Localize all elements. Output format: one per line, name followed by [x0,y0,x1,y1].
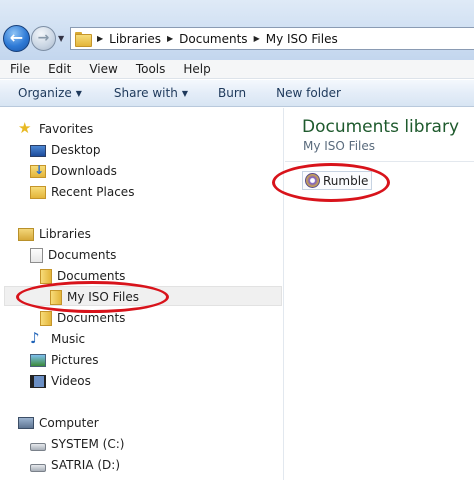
star-icon: ★ [18,119,32,137]
libraries-icon [18,227,34,241]
nav-label: Music [51,332,86,346]
breadcrumb-my-iso-files[interactable]: My ISO Files [266,32,338,46]
nav-label: Downloads [51,164,117,178]
nav-documents[interactable]: Documents [30,245,116,265]
breadcrumb-libraries[interactable]: Libraries [109,32,161,46]
address-bar[interactable]: ▶ Libraries ▶ Documents ▶ My ISO Files [70,27,474,50]
menu-edit[interactable]: Edit [38,62,79,76]
nav-recent-places[interactable]: Recent Places [30,182,134,202]
menu-view[interactable]: View [79,62,125,76]
recent-pages-dropdown[interactable]: ▼ [58,34,67,43]
nav-label: Documents [48,248,117,262]
annotation-ellipse [272,163,390,202]
drive-icon [30,442,46,451]
drive-icon [30,463,46,472]
nav-satria-drive[interactable]: SATRIA (D:) [30,455,120,475]
nav-label: SYSTEM (C:) [51,437,125,451]
share-with-label: Share with [113,86,178,100]
documents-icon [30,247,43,263]
nav-libraries[interactable]: Libraries [18,224,91,244]
chevron-right-icon[interactable]: ▶ [97,34,103,43]
nav-desktop[interactable]: Desktop [30,140,101,160]
nav-videos[interactable]: Videos [30,371,91,391]
nav-computer[interactable]: Computer [18,413,99,433]
nav-pictures[interactable]: Pictures [30,350,99,370]
back-button[interactable]: ← [3,25,30,52]
menu-file[interactable]: File [0,62,38,76]
computer-icon [18,417,34,429]
recent-places-icon [30,185,46,199]
folder-icon [75,32,92,47]
pictures-icon [30,353,46,367]
nav-label: Favorites [39,122,94,136]
share-with-button[interactable]: Share with ▼ [82,86,188,100]
menu-help[interactable]: Help [173,62,218,76]
forward-button[interactable]: → [31,26,56,51]
divider [285,161,474,162]
desktop-icon [30,144,46,157]
burn-button[interactable]: Burn [188,86,246,100]
nav-label: SATRIA (D:) [51,458,120,472]
nav-favorites[interactable]: ★ Favorites [18,119,93,139]
nav-label: Libraries [39,227,91,241]
breadcrumb-documents[interactable]: Documents [179,32,247,46]
command-bar: Organize ▼ Share with ▼ Burn New folder [0,80,474,107]
folder-icon [40,268,52,284]
address-bar-region: ← → ▼ ▶ Libraries ▶ Documents ▶ My ISO F… [0,0,474,60]
organize-button[interactable]: Organize ▼ [0,86,82,100]
nav-system-drive[interactable]: SYSTEM (C:) [30,434,124,454]
library-title: Documents library [302,117,460,137]
nav-label: Pictures [51,353,99,367]
new-folder-button[interactable]: New folder [246,86,341,100]
nav-label: Desktop [51,143,101,157]
music-icon: ♪ [30,329,40,347]
annotation-ellipse [16,281,169,313]
nav-label: Documents [57,311,126,325]
organize-label: Organize [18,86,72,100]
folder-icon [40,310,52,326]
nav-label: Recent Places [51,185,135,199]
nav-label: Computer [39,416,99,430]
downloads-icon [30,163,46,178]
chevron-right-icon[interactable]: ▶ [254,34,260,43]
menu-bar: File Edit View Tools Help [0,60,474,79]
nav-music[interactable]: ♪ Music [30,329,85,349]
nav-label: Videos [51,374,91,388]
library-subtitle: My ISO Files [303,139,376,153]
nav-downloads[interactable]: Downloads [30,161,117,181]
videos-icon [30,374,46,388]
menu-tools[interactable]: Tools [126,62,174,76]
chevron-right-icon[interactable]: ▶ [167,34,173,43]
